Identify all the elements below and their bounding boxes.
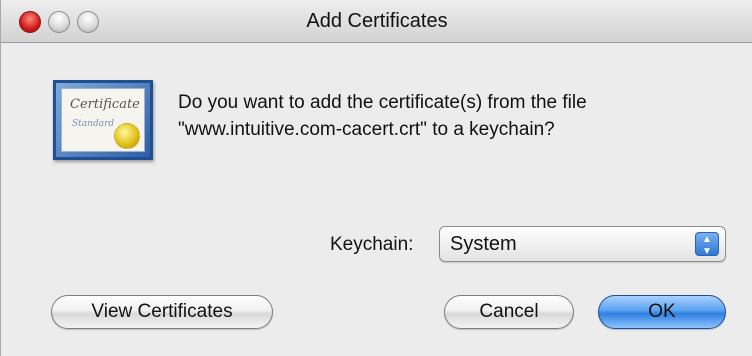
seal-icon <box>114 123 140 149</box>
certificate-script-text: Certificate <box>70 97 140 112</box>
view-certificates-button[interactable]: View Certificates <box>51 295 273 329</box>
keychain-popup[interactable]: System ▲ ▼ <box>439 226 726 262</box>
prompt-message-line-2: "www.intuitive.com-cacert.crt" to a keyc… <box>178 119 555 140</box>
standard-script-text: Standard <box>72 119 115 129</box>
updown-arrows-icon[interactable]: ▲ ▼ <box>695 232 719 257</box>
certificate-icon: Certificate Standard <box>53 80 153 160</box>
add-certificates-dialog: Add Certificates Certificate Standard Do… <box>0 0 752 356</box>
prompt-message-line-1: Do you want to add the certificate(s) fr… <box>178 92 587 113</box>
window-title: Add Certificates <box>306 10 448 32</box>
cancel-button[interactable]: Cancel <box>444 295 574 329</box>
title-bar[interactable]: Add Certificates <box>1 0 752 43</box>
keychain-selected-value: System <box>450 233 517 255</box>
ok-button[interactable]: OK <box>598 295 726 329</box>
prompt-message: Do you want to add the certificate(s) fr… <box>178 89 718 143</box>
keychain-label: Keychain: <box>330 234 414 255</box>
